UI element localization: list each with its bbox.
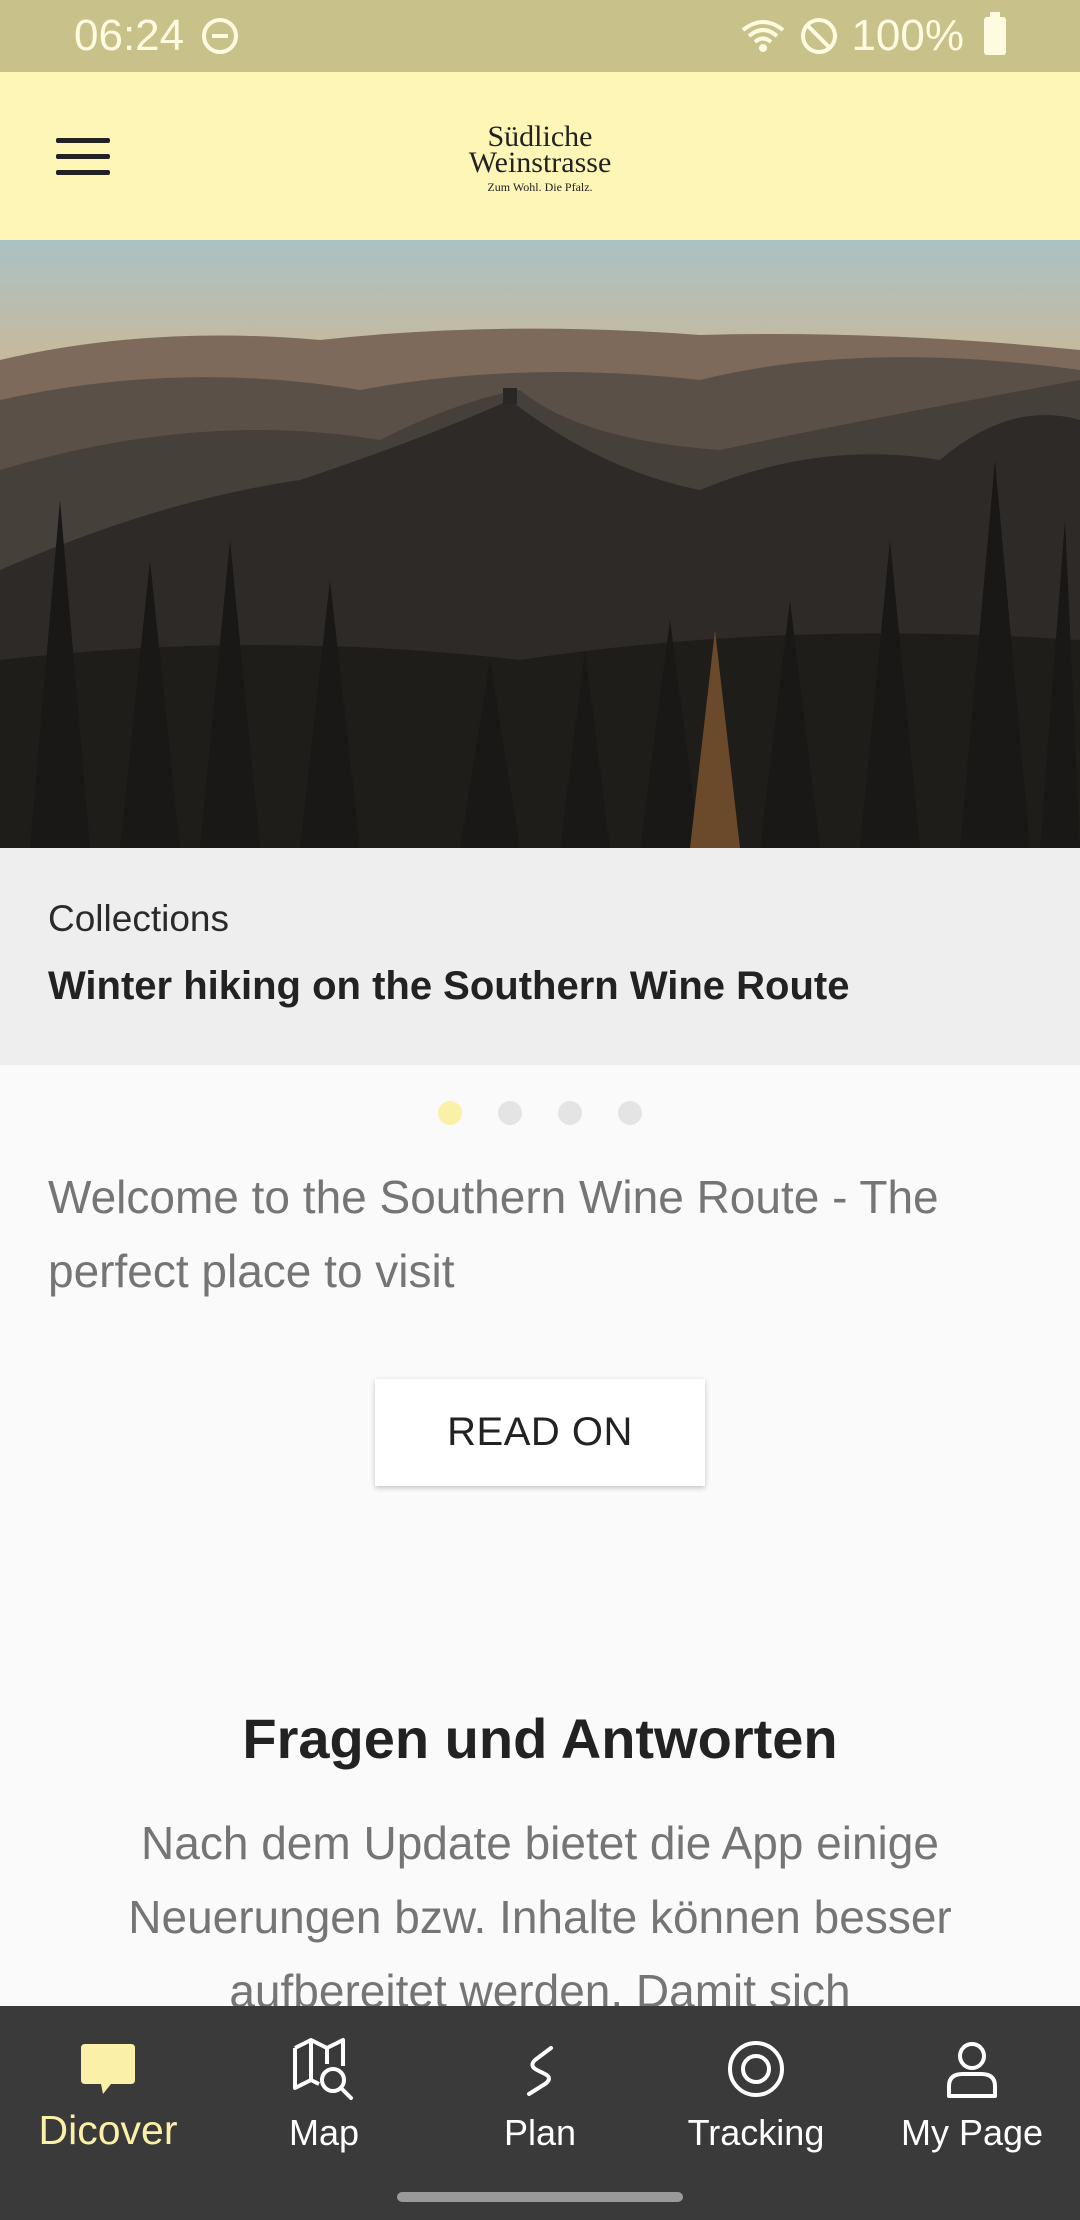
no-signal-icon	[801, 18, 838, 54]
tracking-icon	[728, 2041, 784, 2097]
pagination-dot-3[interactable]	[558, 1101, 582, 1125]
status-icons: 100%	[739, 11, 1006, 61]
nav-discover-label: Dicover	[38, 2107, 178, 2153]
pagination-dot-1[interactable]	[438, 1101, 462, 1125]
faq-text: Nach dem Update bietet die App einige Ne…	[128, 1817, 952, 2017]
discover-icon	[81, 2044, 135, 2094]
bottom-navigation: Dicover Map Plan Tracking My Page	[0, 2006, 1080, 2220]
person-icon	[947, 2042, 997, 2098]
nav-my-page[interactable]: My Page	[864, 2006, 1080, 2220]
brand-logo: Südliche Weinstrasse Zum Wohl. Die Pfalz…	[0, 122, 1080, 194]
wifi-icon	[742, 20, 785, 52]
nav-map-label: Map	[288, 2112, 360, 2153]
carousel-caption[interactable]: Collections Winter hiking on the Souther…	[0, 848, 1080, 1065]
battery-percentage: 100%	[851, 11, 964, 60]
nav-plan-label: Plan	[503, 2112, 577, 2153]
nav-tracking[interactable]: Tracking	[648, 2006, 864, 2220]
home-indicator[interactable]	[397, 2192, 683, 2202]
map-search-icon	[293, 2038, 353, 2100]
do-not-disturb-icon	[202, 18, 239, 54]
faq-heading: Fragen und Antworten	[242, 1707, 838, 1770]
logo-line-2: Weinstrasse	[468, 146, 612, 179]
carousel-pagination	[0, 1101, 1080, 1125]
pagination-dot-4[interactable]	[618, 1101, 642, 1125]
carousel-category: Collections	[48, 898, 229, 939]
battery-icon	[984, 12, 1006, 55]
logo-tagline: Zum Wohl. Die Pfalz.	[487, 180, 593, 194]
welcome-text: Welcome to the Southern Wine Route - The…	[48, 1171, 939, 1297]
landscape-illustration	[0, 240, 1080, 848]
nav-plan[interactable]: Plan	[432, 2006, 648, 2220]
nav-map[interactable]: Map	[216, 2006, 432, 2220]
nav-my-page-label: My Page	[900, 2112, 1044, 2153]
read-on-button[interactable]: READ ON	[375, 1379, 705, 1486]
nav-tracking-label: Tracking	[687, 2112, 825, 2153]
hero-image[interactable]	[0, 240, 1080, 848]
status-time: 06:24	[74, 11, 185, 60]
carousel-title: Winter hiking on the Southern Wine Route	[48, 964, 850, 1008]
route-icon	[527, 2046, 553, 2096]
app-bar: Südliche Weinstrasse Zum Wohl. Die Pfalz…	[0, 72, 1080, 240]
status-bar: 06:24 100%	[0, 0, 1080, 72]
nav-discover[interactable]: Dicover	[0, 2006, 216, 2220]
pagination-dot-2[interactable]	[498, 1101, 522, 1125]
